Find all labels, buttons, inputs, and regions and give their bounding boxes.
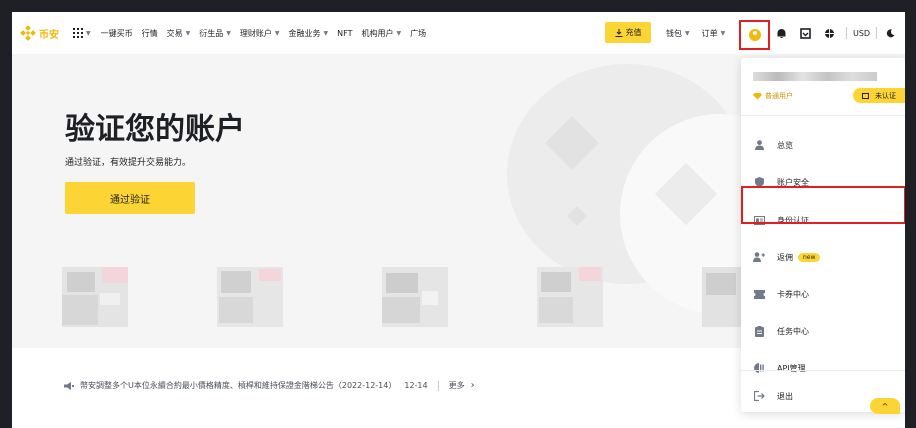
chat-support-button[interactable]: ^	[870, 398, 900, 414]
binance-logo-icon	[20, 25, 36, 41]
bell-icon[interactable]	[774, 26, 788, 40]
orders-menu[interactable]: 订单 ▼	[702, 28, 726, 39]
page-subtitle: 通过验证，有效提升交易能力。	[65, 158, 192, 168]
browser-frame: 币安 ▼ 一键买币 行情 交易 ▼ 衍生品 ▼ 理财账户 ▼ 金融业务 ▼ NFT 机构用户 ▼ 广场 充…	[12, 12, 905, 428]
header-icons: USD	[774, 12, 905, 54]
nav-item[interactable]: 金融业务 ▼	[289, 28, 329, 39]
chevron-down-icon: ▼	[185, 29, 191, 37]
moon-icon[interactable]	[883, 26, 897, 40]
announcement-text[interactable]: 幣安調整多个U本位永續合約最小價格精度、槓桿和維持保證金階梯公告（2022-12…	[80, 380, 396, 391]
apps-grid-icon	[73, 28, 83, 38]
deposit-button[interactable]: 充值	[605, 22, 651, 43]
masked-email	[753, 72, 877, 81]
header-divider	[876, 27, 878, 39]
add-user-icon	[753, 251, 765, 263]
announcement-divider	[437, 380, 439, 391]
verify-button[interactable]: 通过验证	[65, 182, 195, 214]
chevron-down-icon: ▼	[323, 29, 329, 37]
currency-selector[interactable]: USD	[853, 29, 870, 38]
top-navbar: 币安 ▼ 一键买币 行情 交易 ▼ 衍生品 ▼ 理财账户 ▼ 金融业务 ▼ NFT 机构用户 ▼ 广场 充…	[12, 12, 905, 54]
nav-item[interactable]: 衍生品 ▼	[199, 28, 231, 39]
chevron-down-icon: ▼	[685, 29, 690, 37]
menu-item-overview[interactable]: 总览	[741, 127, 905, 163]
chevron-down-icon: ▼	[720, 29, 726, 37]
nav-item[interactable]: 一键买币	[101, 28, 133, 39]
globe-icon[interactable]	[822, 26, 836, 40]
page-title: 验证您的账户	[65, 112, 245, 147]
nav-item[interactable]: 理财账户 ▼	[240, 28, 280, 39]
user-level: 普通用户	[753, 91, 793, 101]
nav-item[interactable]: 行情	[142, 28, 158, 39]
blurred-thumbnail	[537, 267, 603, 327]
logo[interactable]: 币安	[20, 25, 59, 41]
chevron-down-icon: ▼	[396, 29, 402, 37]
download-icon	[615, 28, 622, 37]
blurred-thumbnail	[217, 267, 283, 327]
apps-menu[interactable]: ▼	[73, 28, 91, 38]
blurred-thumbnail	[382, 267, 448, 327]
chevron-down-icon: ▼	[86, 29, 91, 37]
dropdown-divider	[741, 115, 905, 116]
diamond-icon	[753, 92, 762, 100]
id-card-icon	[862, 92, 869, 99]
menu-item-coupons[interactable]: 卡券中心	[741, 276, 905, 312]
user-icon	[753, 139, 765, 151]
new-badge: new	[798, 252, 821, 262]
user-menu-button[interactable]	[739, 20, 770, 50]
chevron-right-icon[interactable]: ›	[471, 380, 475, 391]
highlight-box	[741, 186, 905, 224]
wallet-menu[interactable]: 钱包 ▼	[666, 28, 690, 39]
menu-item-tasks[interactable]: 任务中心	[741, 313, 905, 349]
megaphone-icon	[64, 381, 74, 390]
blurred-thumbnail	[62, 267, 128, 327]
logout-icon	[753, 390, 765, 402]
chevron-down-icon: ▼	[274, 29, 280, 37]
coupon-icon	[753, 288, 765, 300]
user-avatar-icon	[748, 29, 761, 41]
chevron-down-icon: ▼	[226, 29, 231, 37]
nav-item[interactable]: NFT	[337, 29, 352, 38]
dropdown-divider	[741, 370, 905, 371]
api-icon	[753, 362, 765, 374]
download-app-icon[interactable]	[798, 26, 812, 40]
announcement-date: 12-14	[404, 381, 428, 390]
nav-item[interactable]: 交易 ▼	[167, 28, 191, 39]
header-right-menus: 钱包 ▼ 订单 ▼	[666, 12, 737, 54]
more-link[interactable]: 更多	[449, 380, 465, 391]
nav-item[interactable]: 机构用户 ▼	[361, 28, 401, 39]
nav-item[interactable]: 广场	[410, 28, 426, 39]
main-nav: 一键买币 行情 交易 ▼ 衍生品 ▼ 理财账户 ▼ 金融业务 ▼ NFT 机构用户 ▼ 广场	[101, 28, 435, 39]
header-divider	[846, 27, 847, 39]
task-icon	[753, 325, 765, 337]
logo-text: 币安	[39, 29, 59, 41]
menu-item-referral[interactable]: 返佣 new	[741, 239, 905, 275]
user-dropdown-menu: 普通用户 未认证 总览 账户安全 身份认证 返佣 new 卡券中心 任务中心 A…	[741, 58, 905, 412]
chevron-up-icon: ^	[881, 401, 889, 411]
verification-status-badge[interactable]: 未认证	[853, 88, 905, 103]
